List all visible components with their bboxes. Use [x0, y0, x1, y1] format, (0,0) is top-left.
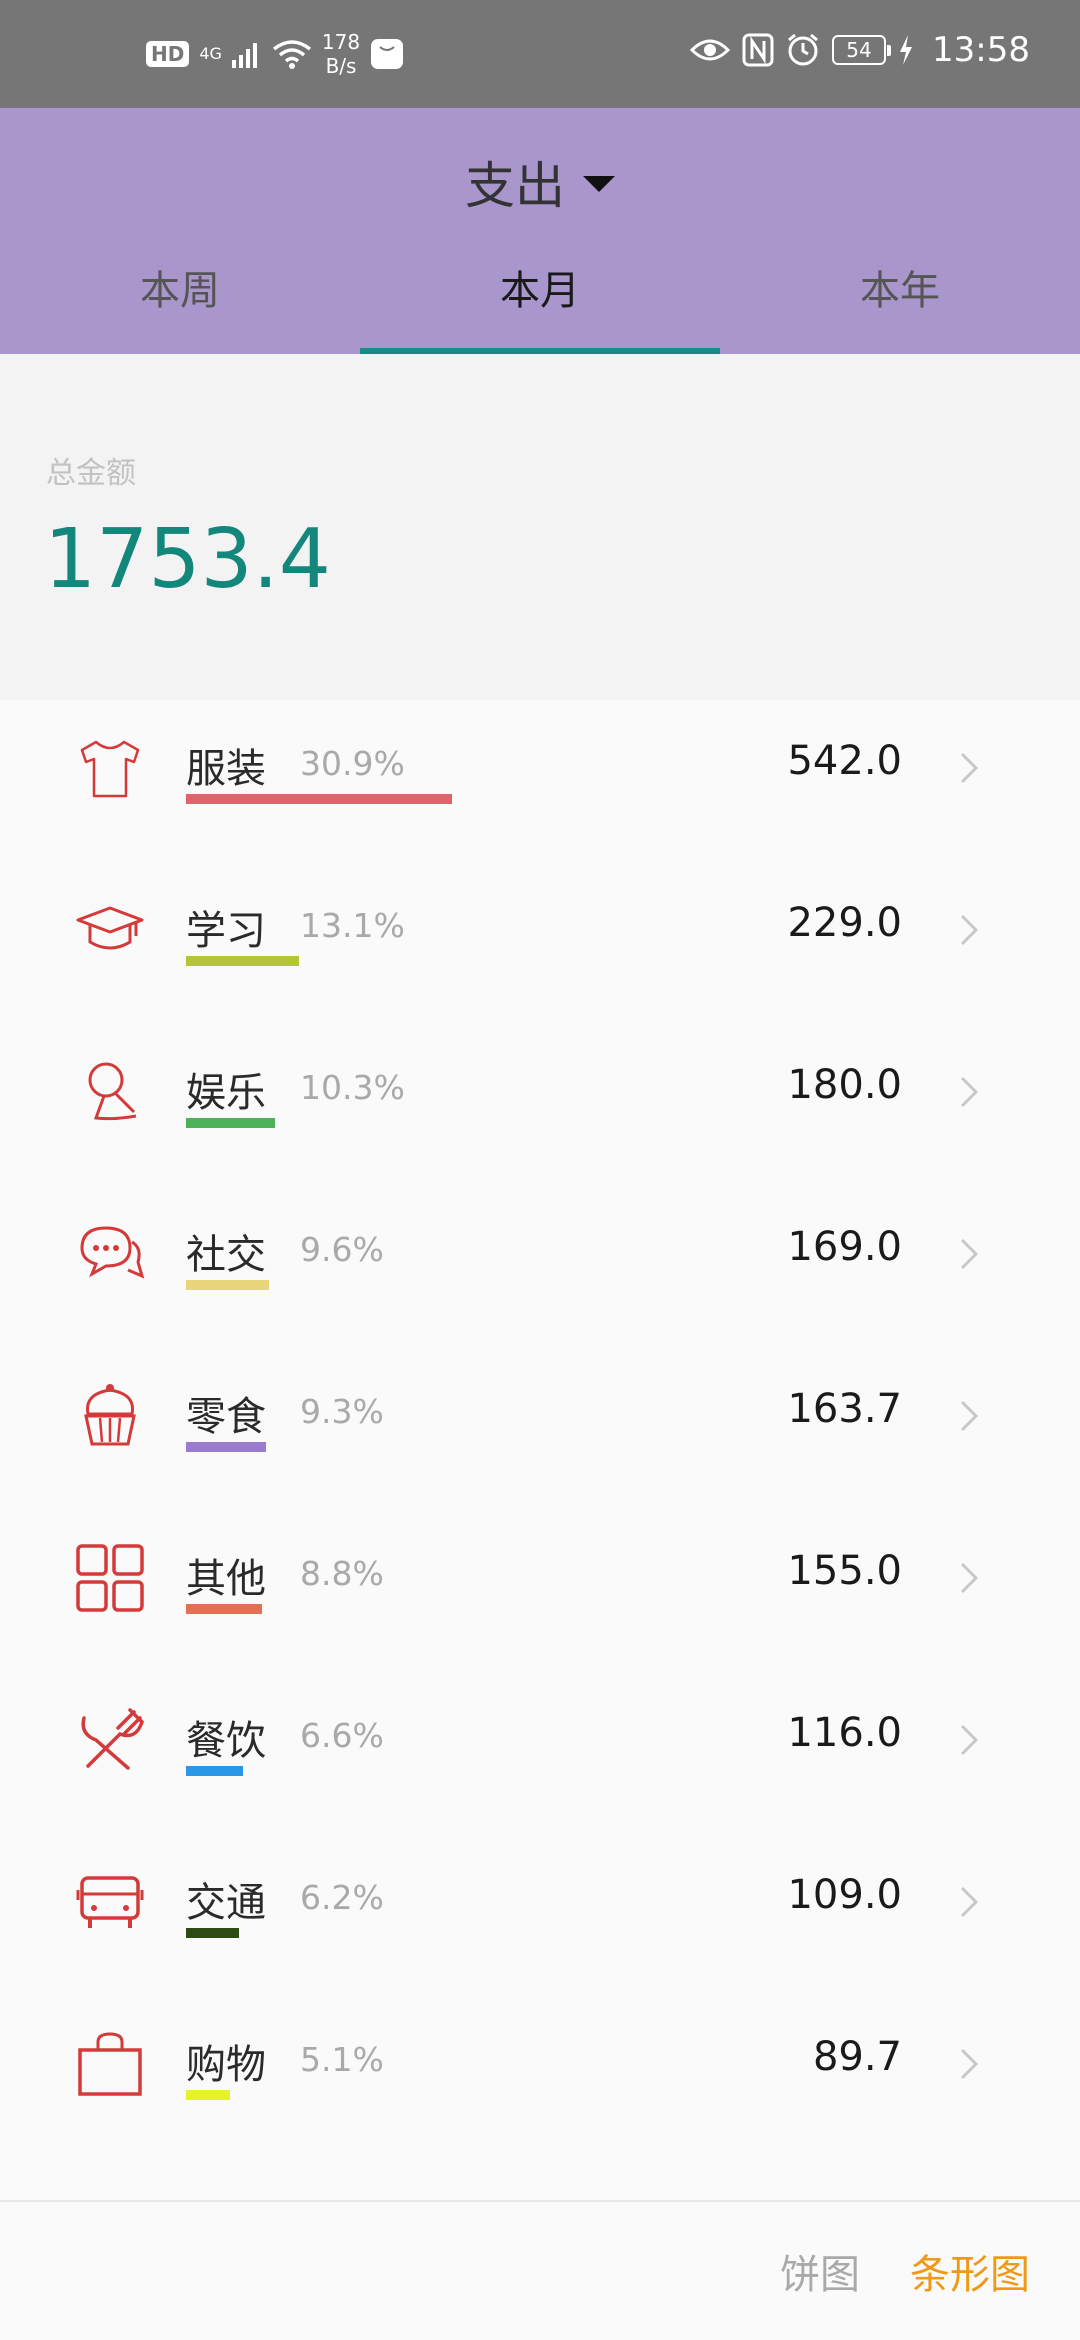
chevron-right-icon — [960, 914, 979, 946]
nfc-icon — [742, 33, 774, 67]
tab-year[interactable]: 本年 — [720, 238, 1080, 354]
chevron-right-icon — [960, 1238, 979, 1270]
category-amount: 155.0 — [787, 1548, 902, 1594]
microphone-icon — [88, 1062, 137, 1121]
category-row[interactable]: 其他 8.8% 155.0 — [0, 1510, 1080, 1672]
clock: 13:58 — [932, 30, 1030, 70]
network-type: 4G — [199, 44, 222, 63]
cupcake-icon — [84, 1384, 136, 1446]
type-dropdown[interactable]: 支出 — [0, 146, 1080, 218]
chevron-right-icon — [960, 2048, 979, 2080]
category-amount: 109.0 — [787, 1872, 902, 1918]
wifi-icon — [272, 40, 311, 69]
category-amount: 180.0 — [787, 1062, 902, 1108]
status-left: HD 4G 178 B/s — [146, 30, 404, 78]
type-label: 支出 — [465, 157, 565, 215]
speed-value: 178 — [321, 30, 361, 54]
category-name: 餐饮 — [186, 1718, 266, 1764]
bar-chart-option[interactable]: 条形图 — [910, 2242, 1030, 2300]
chevron-right-icon — [960, 1400, 979, 1432]
category-percent: 5.1% — [300, 2040, 384, 2079]
category-amount: 169.0 — [787, 1224, 902, 1270]
category-percent: 9.3% — [300, 1392, 384, 1431]
charging-icon — [900, 35, 913, 65]
pie-chart-option[interactable]: 饼图 — [780, 2242, 860, 2300]
category-amount: 229.0 — [787, 900, 902, 946]
category-name: 交通 — [186, 1880, 266, 1926]
category-name: 娱乐 — [186, 1070, 266, 1116]
category-bar — [186, 794, 452, 804]
category-percent: 6.6% — [300, 1716, 384, 1755]
category-name: 学习 — [186, 908, 266, 954]
battery-indicator: 54 — [832, 35, 892, 65]
category-name: 其他 — [186, 1556, 266, 1602]
category-percent: 13.1% — [300, 906, 405, 945]
status-right: 54 13:58 — [690, 30, 1030, 70]
chevron-right-icon — [960, 1076, 979, 1108]
shopping-bag-icon — [78, 2032, 142, 2096]
speed-unit: B/s — [325, 54, 357, 78]
category-bar — [186, 1442, 266, 1452]
category-name: 购物 — [186, 2042, 266, 2088]
chart-type-footer: 饼图 条形图 — [0, 2202, 1080, 2340]
category-list: 服装 30.9% 542.0 学习 13.1% 229.0 娱乐 10.3% 180.0 社交 9.… — [0, 700, 1080, 2158]
category-bar — [186, 1118, 275, 1128]
chevron-right-icon — [960, 1886, 979, 1918]
category-row[interactable]: 餐饮 6.6% 116.0 — [0, 1672, 1080, 1834]
category-name: 零食 — [186, 1394, 266, 1440]
category-percent: 8.8% — [300, 1554, 384, 1593]
fork-knife-icon — [81, 1708, 145, 1770]
category-bar — [186, 1280, 269, 1290]
category-name: 服装 — [186, 746, 266, 792]
chat-bubbles-icon — [80, 1226, 145, 1279]
category-row[interactable]: 零食 9.3% 163.7 — [0, 1348, 1080, 1510]
chevron-right-icon — [960, 1562, 979, 1594]
dropdown-caret-icon — [583, 176, 615, 192]
category-bar — [186, 956, 299, 966]
category-row[interactable]: 社交 9.6% 169.0 — [0, 1186, 1080, 1348]
grid-icon — [76, 1544, 144, 1612]
status-bar: HD 4G 178 B/s 54 13:58 — [0, 0, 1080, 108]
category-name: 社交 — [186, 1232, 266, 1278]
chevron-right-icon — [960, 752, 979, 784]
category-row[interactable]: 交通 6.2% 109.0 — [0, 1834, 1080, 1996]
graduation-cap-icon — [76, 906, 144, 950]
network-speed: 178 B/s — [322, 30, 360, 78]
category-percent: 6.2% — [300, 1878, 384, 1917]
alarm-icon — [788, 33, 818, 66]
category-bar — [186, 1766, 243, 1776]
total-summary: 总金额 1753.4 — [0, 354, 1080, 700]
category-percent: 30.9% — [300, 744, 405, 783]
tab-month[interactable]: 本月 — [360, 238, 720, 354]
header: 支出 本周 本月 本年 — [0, 108, 1080, 354]
tab-week[interactable]: 本周 — [0, 238, 360, 354]
category-bar — [186, 1928, 239, 1938]
category-amount: 542.0 — [787, 738, 902, 784]
category-amount: 163.7 — [787, 1386, 902, 1432]
signal-icon — [231, 43, 257, 68]
category-row[interactable]: 购物 5.1% 89.7 — [0, 1996, 1080, 2158]
category-bar — [186, 1604, 262, 1614]
total-amount: 1753.4 — [44, 512, 331, 607]
category-amount: 116.0 — [787, 1710, 902, 1756]
eye-icon — [690, 39, 731, 61]
category-row[interactable]: 娱乐 10.3% 180.0 — [0, 1024, 1080, 1186]
bus-icon — [76, 1876, 144, 1928]
battery-level: 54 — [846, 38, 872, 62]
tshirt-icon — [80, 740, 140, 798]
chevron-right-icon — [960, 1724, 979, 1756]
total-label: 总金额 — [46, 456, 136, 491]
category-amount: 89.7 — [812, 2034, 902, 2080]
category-percent: 10.3% — [300, 1068, 405, 1107]
category-percent: 9.6% — [300, 1230, 384, 1269]
category-row[interactable]: 服装 30.9% 542.0 — [0, 700, 1080, 862]
huawei-app-icon — [371, 39, 404, 69]
category-row[interactable]: 学习 13.1% 229.0 — [0, 862, 1080, 1024]
hd-badge: HD — [146, 41, 190, 67]
category-bar — [186, 2090, 230, 2100]
period-tabs: 本周 本月 本年 — [0, 238, 1080, 354]
